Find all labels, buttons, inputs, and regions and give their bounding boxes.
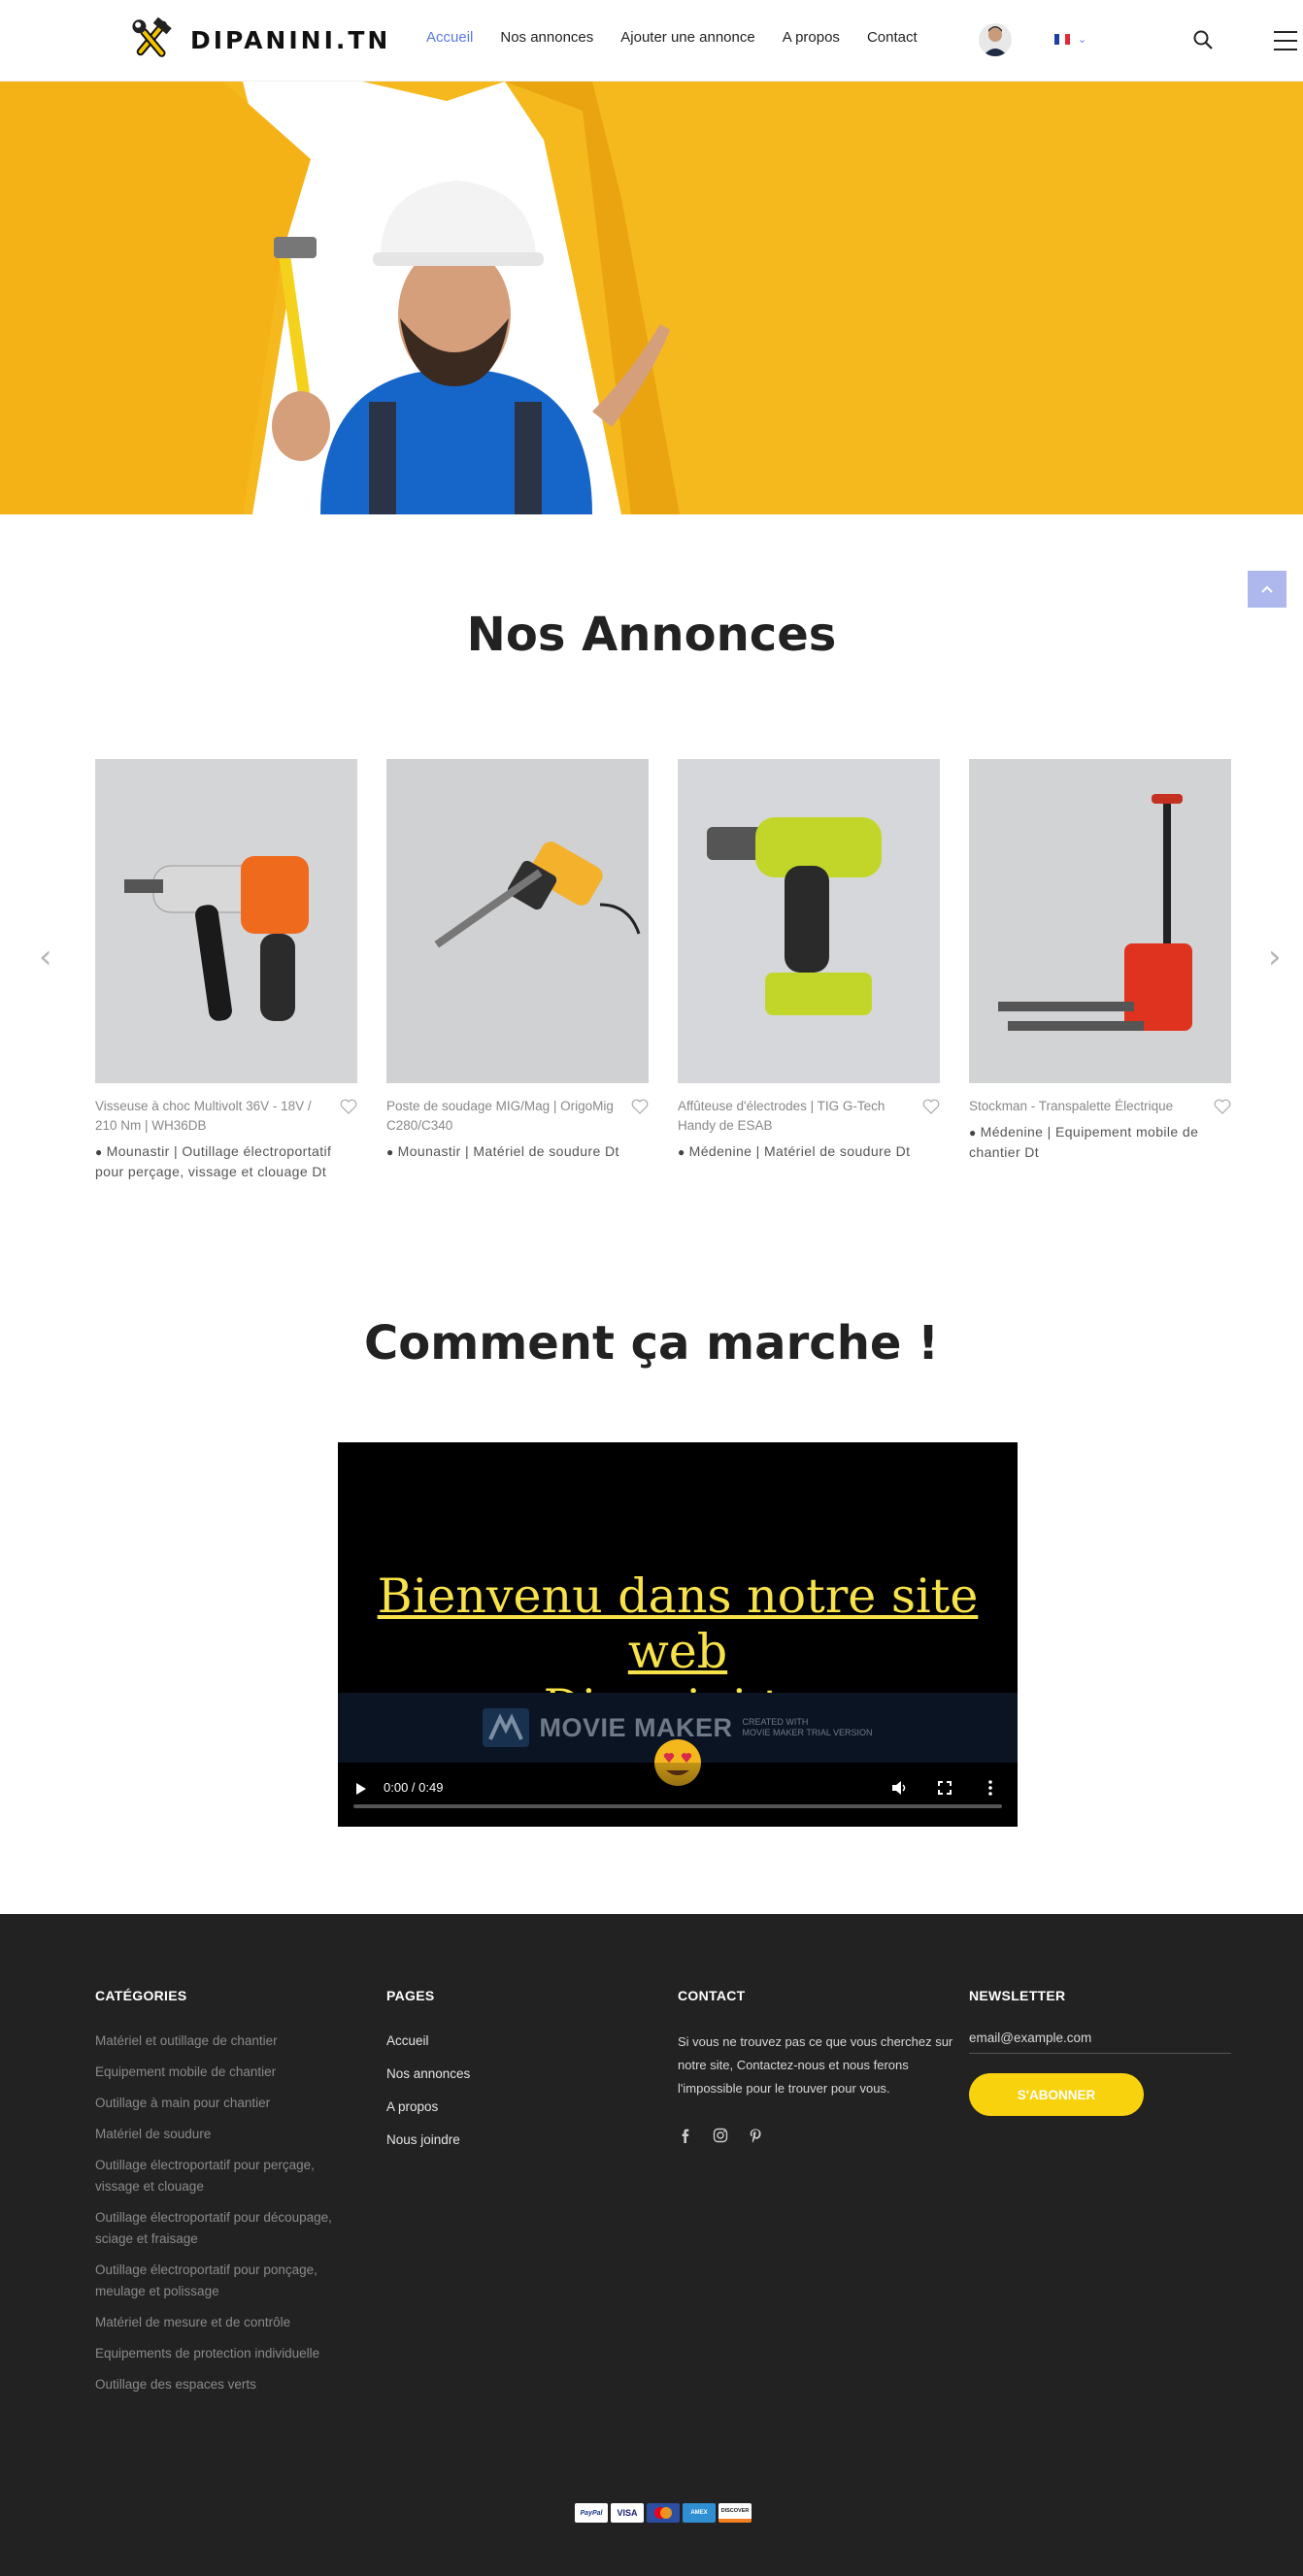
instagram-icon[interactable] (713, 2128, 728, 2143)
heart-icon[interactable] (922, 1099, 940, 1114)
user-avatar-icon (983, 26, 1008, 56)
amex-icon: AMEX (683, 2503, 716, 2523)
annonce-location: Mounastir | Matériel de soudure Dt (397, 1143, 619, 1159)
annonce-card[interactable]: Stockman - Transpalette Électrique ● Méde… (969, 759, 1231, 1162)
footer-contact-heading: CONTACT (678, 1988, 746, 2003)
annonce-title[interactable]: Visseuse à choc Multivolt 36V - 18V / 21… (95, 1097, 326, 1136)
heart-icon[interactable] (631, 1099, 649, 1114)
carousel-next-arrow-icon[interactable]: › (1268, 938, 1282, 976)
video-caption-line1: Bienvenu dans notre site web (377, 1569, 979, 1679)
footer-page-link[interactable]: Accueil (386, 2031, 470, 2052)
movie-maker-sub2: MOVIE MAKER TRIAL VERSION (742, 1728, 873, 1737)
footer-category-link[interactable]: Outillage électroportatif pour perçage, … (95, 2155, 348, 2197)
search-icon[interactable] (1192, 29, 1214, 50)
discover-icon: DISCOVER (718, 2503, 752, 2523)
newsletter-email-input[interactable] (969, 2031, 1231, 2054)
subscribe-button[interactable]: S'ABONNER (969, 2073, 1144, 2116)
footer-category-link[interactable]: Equipements de protection individuelle (95, 2343, 348, 2364)
volume-icon[interactable] (891, 1780, 909, 1796)
video-progress-bar[interactable] (353, 1804, 1002, 1808)
site-header: DIPANINI.TN Accueil Nos annonces Ajouter… (0, 0, 1303, 82)
annonce-image-welder[interactable] (386, 759, 649, 1083)
how-it-works-title: Comment ça marche ! (363, 1316, 940, 1371)
site-logo[interactable]: DIPANINI.TN (120, 14, 390, 66)
hamburger-menu-icon[interactable] (1274, 31, 1297, 50)
pinterest-icon[interactable] (748, 2128, 763, 2143)
footer-category-link[interactable]: Matériel et outillage de chantier (95, 2031, 348, 2052)
more-options-icon[interactable] (988, 1780, 992, 1796)
chevron-up-icon (1261, 585, 1273, 593)
map-pin-icon: ● (95, 1145, 103, 1159)
footer-newsletter-heading: NEWSLETTER (969, 1988, 1066, 2003)
movie-maker-sub1: CREATED WITH (742, 1717, 809, 1727)
annonce-image-pallet-truck[interactable] (969, 759, 1231, 1083)
hero-banner (0, 82, 1303, 514)
footer-category-link[interactable]: Outillage à main pour chantier (95, 2093, 348, 2114)
video-controls: 0:00 / 0:49 (338, 1763, 1018, 1827)
footer-categories-heading: CATÉGORIES (95, 1988, 187, 2003)
footer-category-link[interactable]: Equipement mobile de chantier (95, 2062, 348, 2083)
map-pin-icon: ● (678, 1145, 685, 1159)
annonce-location: Mounastir | Outillage électroportatif po… (95, 1143, 332, 1179)
annonce-location: Médenine | Equipement mobile de chantier… (969, 1124, 1199, 1160)
footer-page-link[interactable]: Nous joindre (386, 2130, 470, 2151)
heart-icon[interactable] (340, 1099, 357, 1114)
tools-logo-icon (132, 17, 172, 57)
nav-accueil[interactable]: Accueil (426, 29, 473, 46)
main-nav: Accueil Nos annonces Ajouter une annonce… (426, 29, 918, 46)
footer-newsletter: NEWSLETTER S'ABONNER (969, 1988, 1231, 2116)
annonce-title[interactable]: Poste de soudage MIG/Mag | OrigoMig C280… (386, 1097, 618, 1136)
annonce-card[interactable]: Visseuse à choc Multivolt 36V - 18V / 21… (95, 759, 357, 1181)
language-selector[interactable]: ⌄ (1054, 33, 1086, 46)
nav-contact[interactable]: Contact (867, 29, 918, 46)
annonce-image-drill[interactable] (95, 759, 357, 1083)
annonce-title[interactable]: Stockman - Transpalette Électrique (969, 1097, 1200, 1116)
map-pin-icon: ● (386, 1145, 394, 1159)
visa-icon: VISA (611, 2503, 644, 2523)
social-links (678, 2128, 959, 2143)
carousel-prev-arrow-icon[interactable]: ‹ (39, 938, 52, 976)
site-footer: CATÉGORIES Matériel et outillage de chan… (0, 1914, 1303, 2576)
nav-nos-annonces[interactable]: Nos annonces (500, 29, 593, 46)
movie-maker-logo-icon (483, 1708, 530, 1747)
footer-pages: PAGES Accueil Nos annonces A propos Nous… (386, 1988, 470, 2163)
footer-category-link[interactable]: Matériel de soudure (95, 2124, 348, 2145)
annonce-location: Médenine | Matériel de soudure Dt (688, 1143, 911, 1159)
annonce-title[interactable]: Affûteuse d'électrodes | TIG G-Tech Hand… (678, 1097, 909, 1136)
footer-category-link[interactable]: Outillage électroportatif pour découpage… (95, 2207, 348, 2250)
footer-category-link[interactable]: Outillage des espaces verts (95, 2374, 348, 2395)
scroll-to-top-button[interactable] (1248, 571, 1286, 608)
footer-page-link[interactable]: A propos (386, 2097, 470, 2118)
payment-methods: PayPal VISA AMEX DISCOVER (575, 2503, 752, 2523)
annonces-title: Nos Annonces (466, 608, 837, 662)
annonce-card[interactable]: Affûteuse d'électrodes | TIG G-Tech Hand… (678, 759, 940, 1162)
mastercard-icon (647, 2503, 680, 2523)
hero-worker-image (0, 82, 1303, 514)
play-icon[interactable] (355, 1782, 367, 1796)
footer-categories: CATÉGORIES Matériel et outillage de chan… (95, 1988, 348, 2405)
map-pin-icon: ● (969, 1126, 977, 1139)
footer-contact: CONTACT Si vous ne trouvez pas ce que vo… (678, 1988, 959, 2143)
footer-contact-text: Si vous ne trouvez pas ce que vous cherc… (678, 2034, 953, 2096)
fullscreen-icon[interactable] (938, 1781, 952, 1795)
chevron-down-icon: ⌄ (1078, 34, 1087, 46)
logo-text: DIPANINI.TN (190, 25, 391, 54)
footer-category-link[interactable]: Outillage électroportatif pour ponçage, … (95, 2260, 348, 2302)
nav-ajouter-annonce[interactable]: Ajouter une annonce (620, 29, 754, 46)
flag-fr-icon (1054, 34, 1070, 45)
footer-pages-heading: PAGES (386, 1988, 435, 2003)
heart-icon[interactable] (1214, 1099, 1231, 1114)
facebook-icon[interactable] (678, 2128, 693, 2143)
footer-page-link[interactable]: Nos annonces (386, 2064, 470, 2085)
footer-category-link[interactable]: Matériel de mesure et de contrôle (95, 2312, 348, 2333)
annonce-card[interactable]: Poste de soudage MIG/Mag | OrigoMig C280… (386, 759, 649, 1162)
video-time: 0:00 / 0:49 (384, 1780, 444, 1795)
intro-video-player[interactable]: Bienvenu dans notre site web Dipanini.tn… (338, 1442, 1018, 1827)
nav-a-propos[interactable]: A propos (783, 29, 840, 46)
user-avatar[interactable] (979, 23, 1012, 56)
annonce-image-ryobi[interactable] (678, 759, 940, 1083)
paypal-icon: PayPal (575, 2503, 608, 2523)
